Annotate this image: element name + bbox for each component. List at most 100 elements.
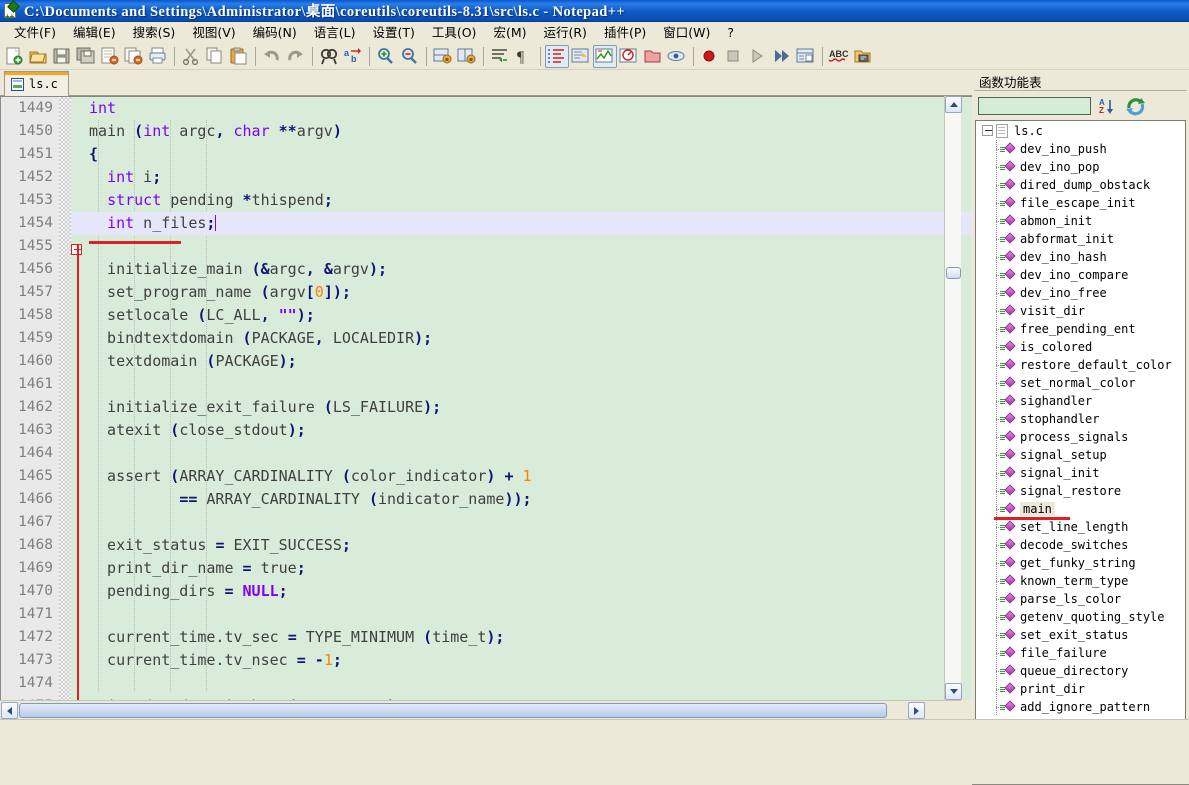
play-macro-icon[interactable] (746, 45, 770, 68)
menu-view[interactable]: 视图(V) (184, 23, 244, 42)
code-line[interactable]: 1460 textdomain (PACKAGE); (18, 350, 972, 373)
sort-az-icon[interactable]: A Z (1097, 96, 1119, 116)
code-line[interactable]: 1464 (18, 442, 972, 465)
run-icon[interactable] (851, 45, 875, 68)
function-list-item[interactable]: abformat_init (976, 230, 1185, 248)
menu-settings[interactable]: 设置(T) (364, 23, 423, 42)
sync-horizontal-icon[interactable] (455, 45, 479, 68)
scroll-left-button[interactable] (1, 702, 18, 719)
word-wrap-icon[interactable] (488, 45, 512, 68)
function-list-item[interactable]: abmon_init (976, 212, 1185, 230)
collapse-toggle-icon[interactable] (982, 125, 993, 136)
scroll-right-button[interactable] (908, 702, 925, 719)
code-line[interactable]: 1451 { (18, 143, 972, 166)
function-list-item[interactable]: set_exit_status (976, 626, 1185, 644)
function-list-item[interactable]: get_funky_string (976, 554, 1185, 572)
replace-icon[interactable]: ab (341, 45, 365, 68)
function-list-item[interactable]: decode_switches (976, 536, 1185, 554)
function-list-item[interactable]: set_line_length (976, 518, 1185, 536)
function-list-item[interactable]: queue_directory (976, 662, 1185, 680)
function-list-item[interactable]: signal_init (976, 464, 1185, 482)
code-line[interactable]: 1450 main (int argc, char **argv) (18, 120, 972, 143)
new-file-icon[interactable] (2, 45, 26, 68)
menu-edit[interactable]: 编辑(E) (65, 23, 125, 42)
function-list-item[interactable]: main (976, 500, 1185, 520)
code-editor[interactable]: 1449 int 1450 main (int argc, char **argv) 1… (0, 96, 972, 700)
code-line[interactable]: 1472 current_time.tv_sec = TYPE_MINIMUM … (18, 626, 972, 649)
function-list-item[interactable]: print_dir (976, 680, 1185, 698)
sync-vertical-icon[interactable] (431, 45, 455, 68)
editor-vertical-scrollbar[interactable] (944, 96, 962, 700)
menu-help[interactable]: ? (719, 23, 743, 42)
document-list-icon[interactable] (665, 45, 689, 68)
function-list-item[interactable]: dev_ino_free (976, 284, 1185, 302)
code-line[interactable]: 1470 pending_dirs = NULL; (18, 580, 972, 603)
user-defined-dialog-icon[interactable] (569, 45, 593, 68)
function-list-item[interactable]: process_signals (976, 428, 1185, 446)
menu-run[interactable]: 运行(R) (535, 23, 595, 42)
record-macro-icon[interactable] (698, 45, 722, 68)
function-list-item[interactable]: visit_dir (976, 302, 1185, 320)
function-list-item[interactable]: file_escape_init (976, 194, 1185, 212)
copy-icon[interactable] (203, 45, 227, 68)
close-file-icon[interactable] (98, 45, 122, 68)
tab-ls-c[interactable]: ls.c (4, 71, 69, 96)
code-line[interactable]: 1468 exit_status = EXIT_SUCCESS; (18, 534, 972, 557)
zoom-in-icon[interactable] (374, 45, 398, 68)
code-line[interactable]: 1458 setlocale (LC_ALL, ""); (18, 304, 972, 327)
spell-check-icon[interactable]: ABC (827, 45, 851, 68)
code-line[interactable]: 1466 == ARRAY_CARDINALITY (indicator_nam… (18, 488, 972, 511)
paste-icon[interactable] (227, 45, 251, 68)
vertical-scroll-thumb[interactable] (946, 267, 961, 279)
menu-tools[interactable]: 工具(O) (424, 23, 486, 42)
save-icon[interactable] (50, 45, 74, 68)
show-whitespace-icon[interactable] (593, 44, 617, 68)
fold-margin[interactable] (59, 97, 71, 700)
indent-guide-icon[interactable] (545, 44, 569, 68)
code-line[interactable]: 1459 bindtextdomain (PACKAGE, LOCALEDIR)… (18, 327, 972, 350)
close-all-icon[interactable] (122, 45, 146, 68)
code-line[interactable]: 1452 int i; (18, 166, 972, 189)
code-line[interactable]: 1453 struct pending *thispend; (18, 189, 972, 212)
cut-icon[interactable] (179, 45, 203, 68)
menu-language[interactable]: 语言(L) (306, 23, 365, 42)
redo-icon[interactable] (284, 45, 308, 68)
find-icon[interactable] (317, 45, 341, 68)
menu-plugins[interactable]: 插件(P) (596, 23, 655, 42)
scroll-up-button[interactable] (945, 96, 962, 113)
doc-map-icon[interactable] (617, 45, 641, 68)
function-list-item[interactable]: parse_ls_color (976, 590, 1185, 608)
function-list-item[interactable]: dev_ino_pop (976, 158, 1185, 176)
code-line[interactable]: 1455 (18, 235, 972, 258)
menu-encoding[interactable]: 编码(N) (245, 23, 306, 42)
code-line[interactable]: 1473 current_time.tv_nsec = -1; (18, 649, 972, 672)
print-icon[interactable] (146, 45, 170, 68)
code-line[interactable]: 1471 (18, 603, 972, 626)
code-line[interactable]: 1463 atexit (close_stdout); (18, 419, 972, 442)
code-line[interactable]: 1462 initialize_exit_failure (LS_FAILURE… (18, 396, 972, 419)
function-list-item[interactable]: known_term_type (976, 572, 1185, 590)
code-line[interactable]: 1461 (18, 373, 972, 396)
code-line[interactable]: 1454 int n_files; (18, 212, 972, 235)
reload-icon[interactable] (1125, 96, 1147, 116)
function-list-item[interactable]: restore_default_color (976, 356, 1185, 374)
code-line[interactable]: 1467 (18, 511, 972, 534)
save-macro-icon[interactable] (794, 45, 818, 68)
function-tree[interactable]: ls.c dev_ino_push dev_ino_pop dired_dump_o… (975, 120, 1186, 720)
scroll-down-button[interactable] (945, 683, 962, 700)
function-list-item[interactable]: getenv_quoting_style (976, 608, 1185, 626)
function-list-item[interactable]: dev_ino_push (976, 140, 1185, 158)
stop-record-macro-icon[interactable] (722, 45, 746, 68)
horizontal-scroll-thumb[interactable] (19, 703, 887, 718)
code-line[interactable]: 1469 print_dir_name = true; (18, 557, 972, 580)
function-search-input[interactable] (978, 97, 1091, 115)
function-list-item[interactable]: set_normal_color (976, 374, 1185, 392)
menu-window[interactable]: 窗口(W) (655, 23, 719, 42)
run-macro-multiple-icon[interactable] (770, 45, 794, 68)
function-list-item[interactable]: is_colored (976, 338, 1185, 356)
function-list-item[interactable]: free_pending_ent (976, 320, 1185, 338)
function-list-item[interactable]: stophandler (976, 410, 1185, 428)
code-line[interactable]: 1474 (18, 672, 972, 695)
folder-as-workspace-icon[interactable] (641, 45, 665, 68)
zoom-out-icon[interactable] (398, 45, 422, 68)
